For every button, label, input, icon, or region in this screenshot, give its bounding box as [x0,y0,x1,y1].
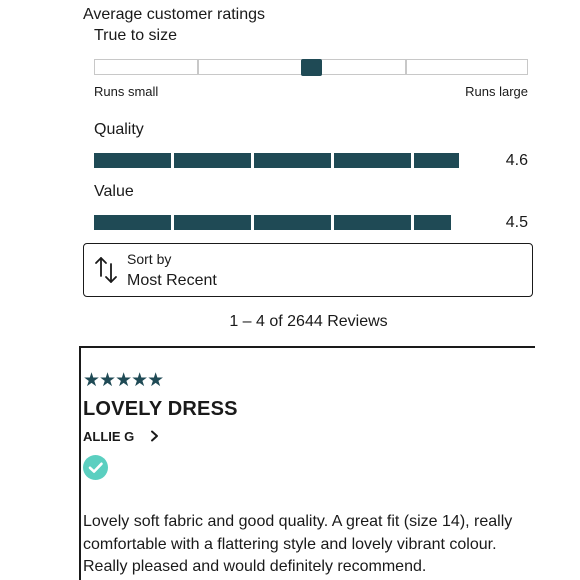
review-body: Lovely soft fabric and good quality. A g… [83,513,513,575]
review-card-border [79,346,81,580]
review-author-name: ALLIE G [83,429,135,444]
fit-segment [198,59,302,75]
review-stars: ★★★★★ [83,370,164,391]
sort-by-button[interactable]: Sort by Most Recent [83,243,533,297]
true-to-size-label: True to size [94,27,177,44]
runs-large-label: Runs large [465,84,528,99]
rating-bar-segment [254,153,331,168]
chevron-right-icon [150,430,160,446]
rating-bar-segment [414,215,452,230]
reviews-count: 1 – 4 of 2644 Reviews [229,313,388,330]
fit-segment [94,59,198,75]
rating-bar-segment [334,215,411,230]
quality-rating-bar [94,153,464,168]
quality-label: Quality [94,121,144,138]
review-author-link[interactable]: ALLIE G [83,429,160,446]
fit-marker [301,59,322,76]
rating-bar-segment [94,153,171,168]
sort-selected-value: Most Recent [127,272,217,289]
verified-buyer-checkmark-icon [83,455,108,480]
sort-by-label: Sort by [127,251,172,267]
quality-score: 4.6 [505,152,528,169]
review-card-border [79,346,535,348]
sort-arrows-icon [94,254,118,286]
fit-segment [406,59,528,75]
rating-bar-segment [174,153,251,168]
rating-bar-segment [334,153,411,168]
rating-bar-segment [254,215,331,230]
true-to-size-scale [94,59,528,76]
rating-bar-segment [174,215,251,230]
runs-small-label: Runs small [94,84,159,99]
ratings-heading: Average customer ratings [83,6,266,23]
value-score: 4.5 [505,214,528,231]
rating-bar-segment [414,153,460,168]
review-title: LOVELY DRESS [83,398,238,420]
value-rating-bar [94,215,464,230]
value-label: Value [94,183,134,200]
rating-bar-segment [94,215,171,230]
